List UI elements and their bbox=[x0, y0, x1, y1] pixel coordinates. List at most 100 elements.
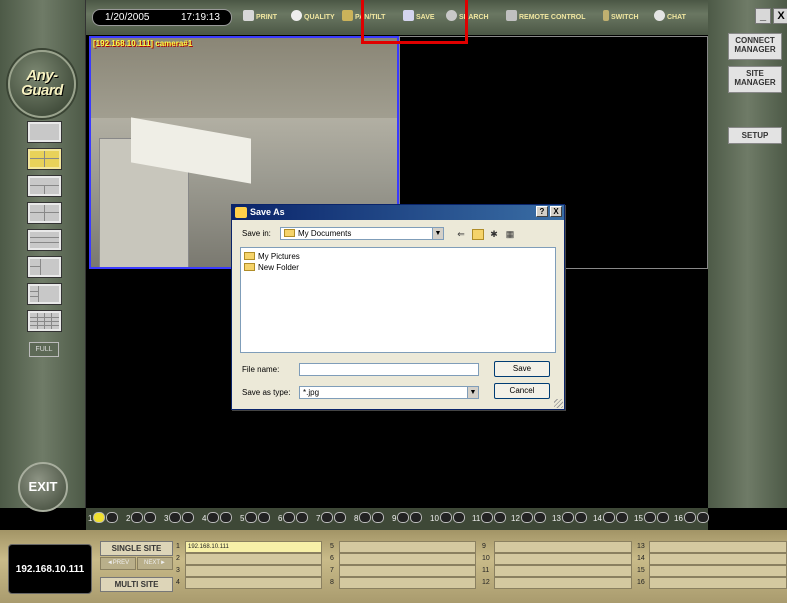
channel-bar: 1 2 3 4 5 6 7 8 9 10 11 12 13 14 15 16 bbox=[86, 508, 709, 530]
layout-2-button[interactable] bbox=[27, 148, 62, 170]
single-site-button[interactable]: SINGLE SITE bbox=[100, 541, 173, 556]
logo-line1: Any- bbox=[26, 67, 58, 84]
camera-label: [192.168.10.111] camera#1 bbox=[93, 39, 193, 48]
date-text: 1/20/2005 bbox=[105, 12, 150, 23]
right-panel: _ X CONNECT MANAGER SITE MANAGER SETUP bbox=[708, 0, 787, 508]
site-slot[interactable]: 8 bbox=[330, 577, 476, 589]
save-as-type-dropdown[interactable]: *.jpg ▼ bbox=[299, 386, 479, 399]
save-dialog-button[interactable]: Save bbox=[494, 361, 550, 377]
save-in-dropdown[interactable]: My Documents ▼ bbox=[280, 227, 444, 240]
channel-10[interactable]: 10 bbox=[430, 512, 465, 526]
quality-button[interactable]: QUALITY bbox=[291, 10, 335, 24]
channel-12[interactable]: 12 bbox=[511, 512, 546, 526]
site-slot[interactable]: 1 192.168.10.111 bbox=[176, 541, 322, 553]
site-slot[interactable]: 11 bbox=[482, 565, 632, 577]
switch-icon bbox=[603, 10, 609, 21]
site-manager-button[interactable]: SITE MANAGER bbox=[728, 66, 782, 93]
save-as-dialog: Save As ? X Save in: My Documents ▼ ⇐ ✱ … bbox=[231, 204, 565, 410]
channel-9[interactable]: 9 bbox=[392, 512, 423, 526]
channel-5[interactable]: 5 bbox=[240, 512, 271, 526]
file-list[interactable]: My Pictures New Folder bbox=[240, 247, 556, 353]
site-slot[interactable]: 14 bbox=[637, 553, 787, 565]
exit-button[interactable]: EXIT bbox=[18, 462, 68, 512]
layout-3-button[interactable] bbox=[27, 175, 62, 197]
resize-grip[interactable] bbox=[554, 399, 563, 408]
channel-1[interactable]: 1 bbox=[88, 512, 119, 526]
pan-tilt-icon bbox=[342, 10, 353, 21]
layout-6-button[interactable] bbox=[27, 256, 62, 278]
layout-4-button[interactable] bbox=[27, 202, 62, 224]
channel-14[interactable]: 14 bbox=[593, 512, 628, 526]
back-icon[interactable]: ⇐ bbox=[455, 229, 467, 240]
prev-button[interactable]: ◄PREV bbox=[100, 557, 136, 570]
up-folder-icon[interactable] bbox=[472, 229, 484, 240]
site-slot[interactable]: 5 bbox=[330, 541, 476, 553]
full-screen-button[interactable]: FULL bbox=[29, 342, 59, 357]
dialog-close-button[interactable]: X bbox=[550, 206, 562, 217]
chat-button[interactable]: CHAT bbox=[654, 10, 686, 24]
chat-icon bbox=[654, 10, 665, 21]
channel-16[interactable]: 16 bbox=[674, 512, 709, 526]
channel-7[interactable]: 7 bbox=[316, 512, 347, 526]
logo-line2: Guard bbox=[21, 82, 63, 99]
datetime-display: 1/20/2005 17:19:13 bbox=[92, 9, 232, 26]
channel-2[interactable]: 2 bbox=[126, 512, 157, 526]
site-slot[interactable]: 16 bbox=[637, 577, 787, 589]
close-button[interactable]: X bbox=[773, 8, 787, 24]
setup-button[interactable]: SETUP bbox=[728, 127, 782, 144]
site-slot[interactable]: 7 bbox=[330, 565, 476, 577]
time-text: 17:19:13 bbox=[181, 12, 220, 23]
site-slot[interactable]: 9 bbox=[482, 541, 632, 553]
file-name-label: File name: bbox=[242, 365, 280, 374]
channel-6[interactable]: 6 bbox=[278, 512, 309, 526]
channel-4[interactable]: 4 bbox=[202, 512, 233, 526]
channel-11[interactable]: 11 bbox=[472, 512, 507, 526]
dialog-title: Save As bbox=[250, 207, 285, 217]
dialog-title-bar[interactable]: Save As ? X bbox=[232, 205, 564, 220]
channel-15[interactable]: 15 bbox=[634, 512, 669, 526]
current-ip-display: 192.168.10.111 bbox=[8, 544, 92, 594]
site-slot[interactable]: 12 bbox=[482, 577, 632, 589]
site-slot[interactable]: 10 bbox=[482, 553, 632, 565]
print-button[interactable]: PRINT bbox=[243, 10, 277, 24]
save-as-type-label: Save as type: bbox=[242, 388, 291, 397]
cancel-button[interactable]: Cancel bbox=[494, 383, 550, 399]
layout-16-button[interactable] bbox=[27, 310, 62, 332]
site-slot[interactable]: 15 bbox=[637, 565, 787, 577]
site-slot[interactable]: 2 bbox=[176, 553, 322, 565]
connect-manager-button[interactable]: CONNECT MANAGER bbox=[728, 33, 782, 60]
quality-icon bbox=[291, 10, 302, 21]
ceiling-area bbox=[91, 38, 397, 118]
site-slot[interactable]: 3 bbox=[176, 565, 322, 577]
highlight-box bbox=[361, 0, 468, 44]
minimize-button[interactable]: _ bbox=[755, 8, 771, 24]
folder-icon bbox=[244, 252, 255, 260]
switch-button[interactable]: SWITCH bbox=[603, 10, 639, 24]
site-slot[interactable]: 13 bbox=[637, 541, 787, 553]
printer-icon bbox=[243, 10, 254, 21]
chevron-down-icon: ▼ bbox=[467, 387, 478, 398]
view-menu-icon[interactable]: ▦ bbox=[504, 229, 516, 240]
remote-control-icon bbox=[506, 10, 517, 21]
dialog-app-icon bbox=[235, 207, 247, 218]
channel-8[interactable]: 8 bbox=[354, 512, 385, 526]
list-item[interactable]: My Pictures bbox=[244, 251, 300, 262]
any-guard-logo: Any- Guard bbox=[8, 50, 76, 118]
folder-icon bbox=[244, 263, 255, 271]
multi-site-button[interactable]: MULTI SITE bbox=[100, 577, 173, 592]
channel-3[interactable]: 3 bbox=[164, 512, 195, 526]
channel-13[interactable]: 13 bbox=[552, 512, 587, 526]
site-slot[interactable]: 6 bbox=[330, 553, 476, 565]
save-in-label: Save in: bbox=[242, 229, 271, 238]
left-panel: Any- Guard FULL EXIT bbox=[0, 0, 86, 512]
remote-control-button[interactable]: REMOTE CONTROL bbox=[506, 10, 586, 24]
next-button[interactable]: NEXT► bbox=[137, 557, 173, 570]
layout-5-button[interactable] bbox=[27, 229, 62, 251]
list-item[interactable]: New Folder bbox=[244, 262, 299, 273]
file-name-field[interactable] bbox=[299, 363, 479, 376]
help-button[interactable]: ? bbox=[536, 206, 548, 217]
layout-7-button[interactable] bbox=[27, 283, 62, 305]
new-folder-icon[interactable]: ✱ bbox=[488, 229, 500, 240]
site-slot[interactable]: 4 bbox=[176, 577, 322, 589]
layout-1-button[interactable] bbox=[27, 121, 62, 143]
